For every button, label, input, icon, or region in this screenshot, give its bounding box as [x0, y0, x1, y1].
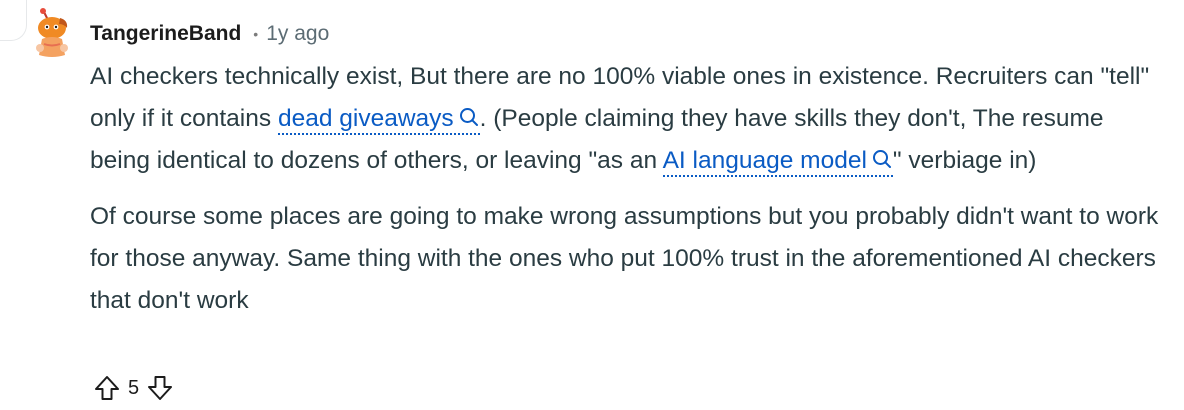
- downvote-button[interactable]: [143, 371, 177, 405]
- vote-bar: 5: [90, 370, 177, 406]
- comment-header: TangerineBand • 1y ago: [90, 20, 329, 48]
- username-link[interactable]: TangerineBand: [90, 22, 241, 46]
- search-keyword-label: dead giveaways: [277, 105, 454, 132]
- comment: TangerineBand • 1y ago AI checkers techn…: [0, 0, 1184, 410]
- search-keyword-link[interactable]: dead giveaways: [277, 105, 480, 135]
- comment-text: " verbiage in): [892, 147, 1037, 174]
- avatar[interactable]: [30, 6, 86, 62]
- comment-paragraph: Of course some places are going to make …: [90, 203, 1159, 314]
- comment-body: AI checkers technically exist, But there…: [90, 56, 1170, 322]
- meta-separator: •: [253, 26, 259, 42]
- search-keyword-link[interactable]: AI language model: [662, 147, 893, 177]
- timestamp[interactable]: 1y ago: [266, 22, 329, 46]
- downvote-arrow-icon: [148, 376, 173, 400]
- comment-paragraph: AI checkers technically exist, But there…: [90, 56, 1170, 182]
- reddit-snoo-avatar-icon: [36, 8, 68, 57]
- search-keyword-label: AI language model: [662, 147, 867, 174]
- search-icon: [872, 150, 891, 168]
- vote-score: 5: [128, 376, 140, 399]
- upvote-arrow-icon: [95, 376, 119, 400]
- upvote-button[interactable]: [90, 371, 124, 405]
- search-icon: [459, 108, 478, 126]
